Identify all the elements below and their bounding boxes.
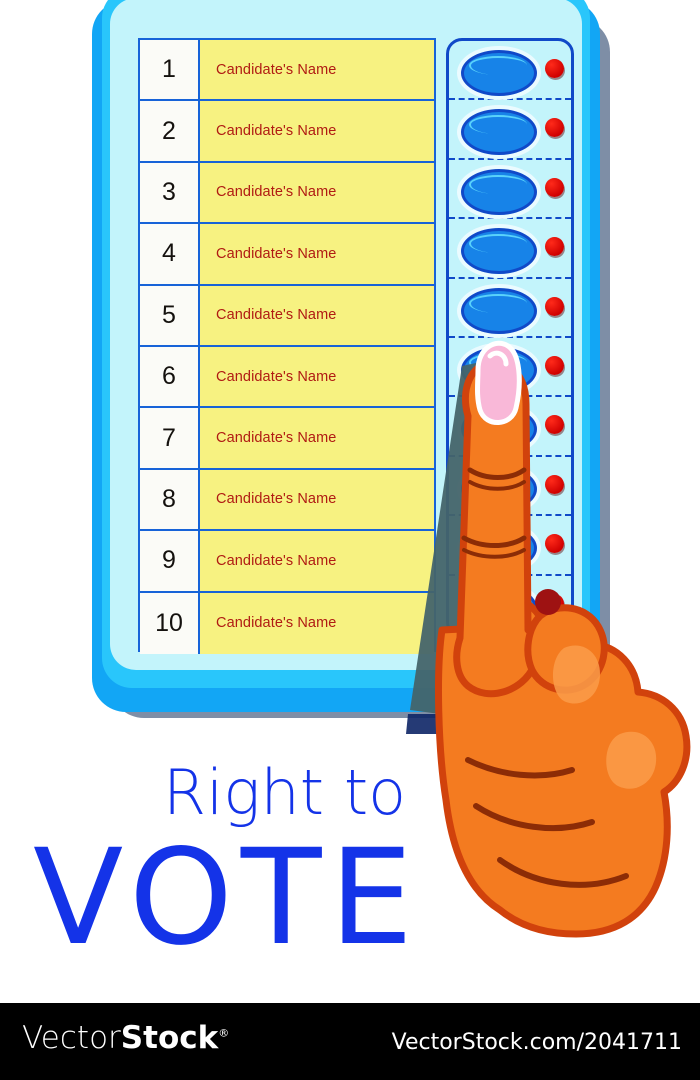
candidate-number: 9: [140, 531, 200, 591]
logo-thin-part: Vector: [22, 1020, 121, 1056]
vote-button-2[interactable]: [461, 109, 537, 156]
candidate-number: 8: [140, 469, 200, 530]
registered-mark-icon: ®: [218, 1026, 230, 1040]
table-row[interactable]: 4 Candidate's Name: [140, 224, 434, 286]
vote-button-cell-3: [449, 160, 571, 220]
candidate-number: 4: [140, 224, 200, 284]
candidate-number: 10: [140, 592, 200, 654]
vote-button-5[interactable]: [461, 287, 537, 334]
vote-button-cell-4: [449, 219, 571, 279]
vote-button-4[interactable]: [461, 228, 537, 275]
candidate-number: 5: [140, 285, 200, 345]
candidate-number: 7: [140, 408, 200, 468]
poster-canvas: 1 Candidate's Name 2 Candidate's Name 3 …: [0, 0, 700, 1080]
vote-led-icon-1: [545, 59, 564, 78]
partially-hidden-led-icon: [535, 589, 561, 615]
candidate-name: Candidate's Name: [200, 101, 434, 161]
vote-led-icon-5: [545, 296, 564, 316]
table-row[interactable]: 3 Candidate's Name: [140, 162, 434, 225]
watermark-url: VectorStock.com/2041711: [391, 1030, 682, 1055]
candidate-name: Candidate's Name: [200, 224, 434, 284]
headline-line-2: VOTE: [33, 821, 421, 975]
candidate-number: 2: [140, 101, 200, 161]
table-row[interactable]: 1 Candidate's Name: [140, 40, 434, 102]
candidate-number: 3: [140, 162, 200, 223]
watermark-bar: VectorStock® VectorStock.com/2041711: [0, 1003, 700, 1080]
vote-button-cell-1: [449, 41, 571, 101]
candidate-name: Candidate's Name: [200, 162, 434, 223]
headline-line-1: Right to: [163, 756, 407, 829]
candidate-number: 6: [140, 346, 200, 407]
vote-led-icon-2: [545, 118, 564, 138]
vote-led-icon-3: [545, 177, 564, 197]
vote-led-icon-4: [545, 237, 564, 257]
vectorstock-logo: VectorStock®: [22, 1023, 229, 1054]
candidate-number: 1: [140, 40, 200, 100]
headline-block: Right to VOTE: [0, 762, 700, 992]
vote-button-3[interactable]: [461, 168, 537, 215]
vote-button-cell-2: [449, 100, 571, 160]
table-row[interactable]: 2 Candidate's Name: [140, 101, 434, 163]
vote-button-1[interactable]: [461, 50, 537, 96]
logo-bold-part: Stock: [120, 1020, 219, 1056]
candidate-name: Candidate's Name: [200, 40, 434, 100]
